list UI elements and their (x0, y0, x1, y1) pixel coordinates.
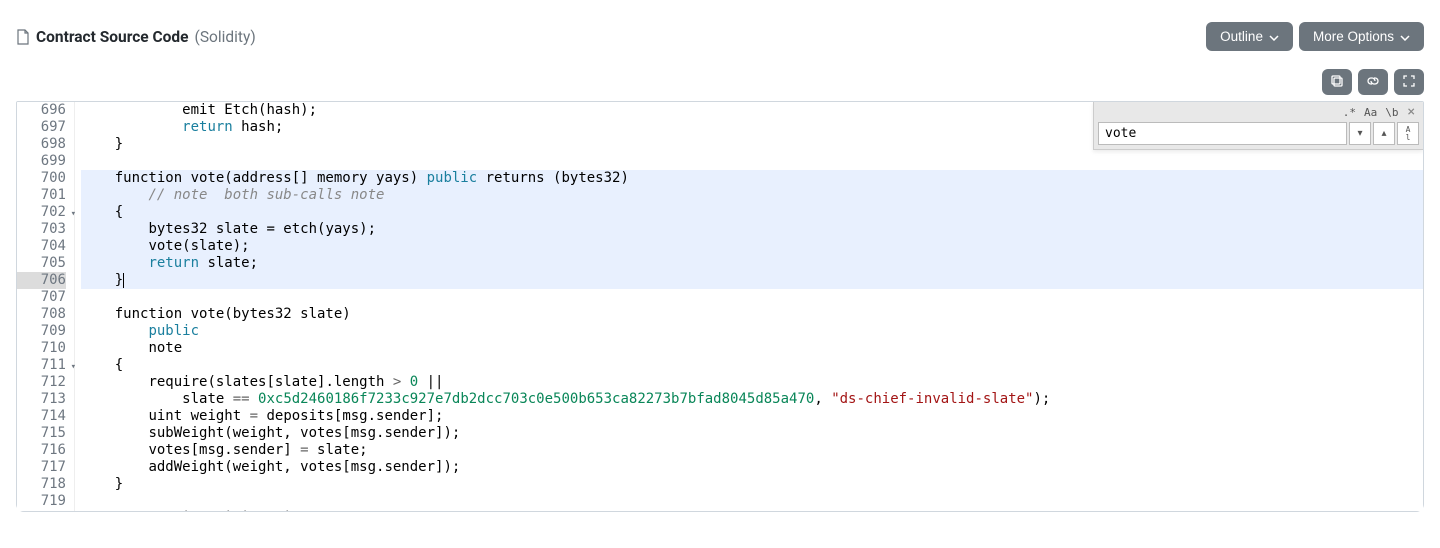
code-line[interactable] (81, 153, 1423, 170)
line-number: 713 (17, 391, 66, 408)
line-number: 702▾ (17, 204, 66, 221)
line-number: 699 (17, 153, 66, 170)
title-row: Contract Source Code (Solidity) (16, 28, 256, 46)
line-number: 704 (17, 238, 66, 255)
line-number: 717 (17, 459, 66, 476)
line-number: 698 (17, 136, 66, 153)
code-line[interactable]: // like `drop`/`swap` except simply "ele… (81, 510, 1423, 511)
line-number: 697 (17, 119, 66, 136)
code-line[interactable]: function vote(bytes32 slate) (81, 306, 1423, 323)
search-close-button[interactable]: × (1404, 104, 1419, 120)
code-line[interactable]: { (81, 204, 1423, 221)
code-line[interactable]: } (81, 272, 1423, 289)
line-gutter: 696697698699700701702▾703704705706707708… (17, 102, 75, 511)
code-line[interactable]: subWeight(weight, votes[msg.sender]); (81, 425, 1423, 442)
line-number: 703 (17, 221, 66, 238)
code-line[interactable]: bytes32 slate = etch(yays); (81, 221, 1423, 238)
line-number: 709 (17, 323, 66, 340)
outline-label: Outline (1220, 29, 1263, 44)
line-number: 705 (17, 255, 66, 272)
more-options-label: More Options (1313, 29, 1394, 44)
editor-surface[interactable]: 696697698699700701702▾703704705706707708… (17, 102, 1423, 511)
outline-button[interactable]: Outline (1206, 22, 1293, 51)
file-icon (16, 29, 30, 45)
line-number: 719 (17, 493, 66, 510)
code-line[interactable]: slate == 0xc5d2460186f7233c927e7db2dcc70… (81, 391, 1423, 408)
search-panel: .* Aa \b × ▾ ▴ A (1093, 102, 1423, 150)
search-word-toggle[interactable]: \b (1382, 105, 1401, 120)
code-line[interactable]: function vote(address[] memory yays) pub… (81, 170, 1423, 187)
chevron-down-icon (1400, 29, 1410, 44)
code-line[interactable]: // note both sub-calls note (81, 187, 1423, 204)
link-icon (1366, 74, 1380, 91)
copy-icon (1330, 74, 1344, 91)
code-line[interactable]: addWeight(weight, votes[msg.sender]); (81, 459, 1423, 476)
code-line[interactable]: } (81, 476, 1423, 493)
line-number: 711▾ (17, 357, 66, 374)
more-options-button[interactable]: More Options (1299, 22, 1424, 51)
code-line[interactable]: note (81, 340, 1423, 357)
line-number: 706 (17, 272, 66, 289)
line-number: 714 (17, 408, 66, 425)
expand-icon (1403, 75, 1415, 90)
line-number: 700 (17, 170, 66, 187)
fullscreen-button[interactable] (1394, 69, 1424, 95)
text-cursor (123, 273, 124, 288)
line-number: 701 (17, 187, 66, 204)
code-line[interactable]: return slate; (81, 255, 1423, 272)
line-number: 696 (17, 102, 66, 119)
code-line[interactable]: { (81, 357, 1423, 374)
editor-toolbar (16, 69, 1424, 101)
copy-button[interactable] (1322, 69, 1352, 95)
line-number: 707 (17, 289, 66, 306)
code-editor: .* Aa \b × ▾ ▴ A (16, 101, 1424, 512)
search-next-button[interactable]: ▾ (1349, 122, 1371, 145)
code-line[interactable] (81, 493, 1423, 510)
code-line[interactable]: uint weight = deposits[msg.sender]; (81, 408, 1423, 425)
line-number: 708 (17, 306, 66, 323)
permalink-button[interactable] (1358, 69, 1388, 95)
header-buttons: Outline More Options (1206, 22, 1424, 51)
chevron-up-icon: ▴ (1381, 128, 1386, 139)
panel-title: Contract Source Code (36, 28, 189, 46)
search-all-button[interactable]: A l (1397, 122, 1419, 145)
search-regex-toggle[interactable]: .* (1340, 105, 1359, 120)
code-line[interactable] (81, 289, 1423, 306)
line-number: 720 (17, 510, 66, 511)
code-area[interactable]: emit Etch(hash); return hash; } function… (75, 102, 1423, 511)
search-prev-button[interactable]: ▴ (1373, 122, 1395, 145)
panel-header: Contract Source Code (Solidity) Outline … (16, 8, 1424, 69)
line-number: 712 (17, 374, 66, 391)
line-number: 718 (17, 476, 66, 493)
line-number: 710 (17, 340, 66, 357)
chevron-down-icon: ▾ (1357, 128, 1362, 139)
code-line[interactable]: require(slates[slate].length > 0 || (81, 374, 1423, 391)
close-icon: × (1408, 104, 1415, 120)
line-number: 715 (17, 425, 66, 442)
code-line[interactable]: votes[msg.sender] = slate; (81, 442, 1423, 459)
search-case-toggle[interactable]: Aa (1361, 105, 1380, 120)
panel-subtitle: (Solidity) (195, 28, 256, 46)
code-line[interactable]: vote(slate); (81, 238, 1423, 255)
chevron-down-icon (1269, 29, 1279, 44)
line-number: 716 (17, 442, 66, 459)
code-line[interactable]: public (81, 323, 1423, 340)
search-input[interactable] (1098, 122, 1347, 145)
